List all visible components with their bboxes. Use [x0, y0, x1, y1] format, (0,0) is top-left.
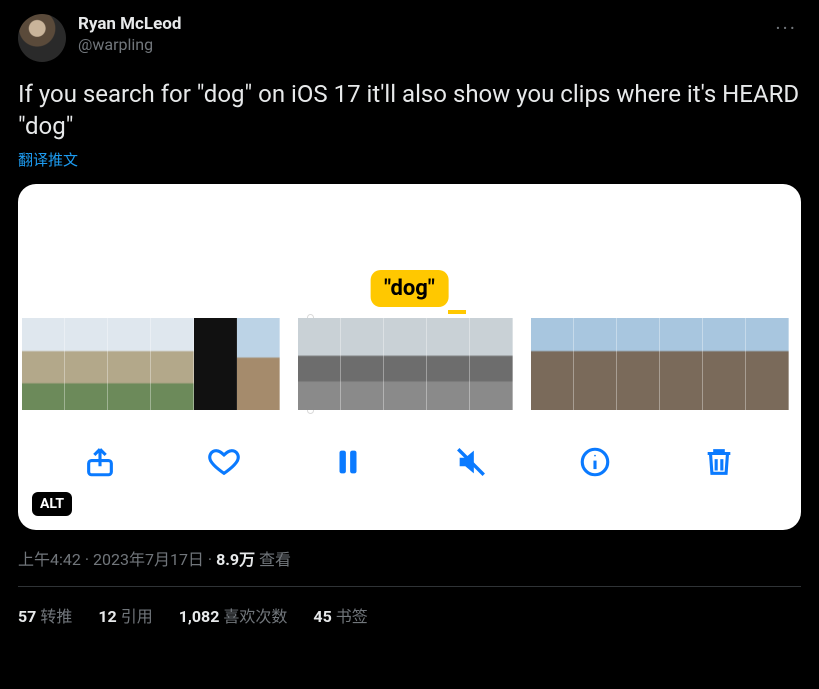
clip-thumb [660, 318, 703, 410]
search-term-tick [448, 310, 466, 314]
handle: @warpling [78, 35, 181, 55]
clip-thumb [298, 318, 341, 410]
clip-group-1 [22, 318, 280, 410]
clip-thumb [427, 318, 470, 410]
bookmarks-stat[interactable]: 45 书签 [313, 603, 367, 627]
tweet-meta: 上午4:42 · 2023年7月17日 · 8.9万 查看 [18, 546, 801, 570]
pause-button[interactable] [324, 438, 372, 486]
tweet-stats: 57转推 12 引用 1,082喜欢次数 45 书签 [18, 587, 801, 627]
likes-stat[interactable]: 1,082喜欢次数 [179, 603, 288, 627]
author-block[interactable]: Ryan McLeod @warpling [78, 14, 181, 55]
search-term-pill: "dog" [370, 270, 449, 307]
quotes-label: 引用 [121, 607, 153, 626]
media-attachment[interactable]: "dog" [18, 184, 801, 530]
retweets-label: 转推 [40, 607, 72, 626]
translate-link[interactable]: 翻译推文 [18, 149, 78, 170]
likes-count: 1,082 [179, 607, 220, 626]
more-options-button[interactable]: ··· [771, 14, 801, 42]
tweet-container: Ryan McLeod @warpling ··· If you search … [0, 0, 819, 637]
media-controls [18, 428, 801, 496]
clip-thumb [341, 318, 384, 410]
retweets-stat[interactable]: 57转推 [18, 603, 72, 627]
clip-thumb [108, 318, 151, 410]
share-button[interactable] [76, 438, 124, 486]
tweet-date[interactable]: 2023年7月17日 [93, 550, 204, 569]
clip-thumb [470, 318, 513, 410]
video-timeline[interactable] [18, 318, 801, 410]
info-button[interactable] [571, 438, 619, 486]
avatar[interactable] [18, 14, 66, 62]
like-button[interactable] [200, 438, 248, 486]
clip-thumb [65, 318, 108, 410]
bookmarks-count: 45 [313, 607, 331, 626]
clip-group-2 [298, 318, 513, 410]
clip-thumb [617, 318, 660, 410]
mute-button[interactable] [447, 438, 495, 486]
views-label: 查看 [259, 550, 291, 569]
quotes-stat[interactable]: 12 引用 [98, 603, 152, 627]
tweet-time[interactable]: 上午4:42 [18, 550, 81, 569]
tweet-text: If you search for "dog" on iOS 17 it'll … [18, 78, 801, 143]
clip-thumb [22, 318, 65, 410]
tweet-header: Ryan McLeod @warpling ··· [18, 14, 801, 62]
clip-thumb [384, 318, 427, 410]
clip-thumb [746, 318, 789, 410]
clip-thumb [151, 318, 194, 410]
clip-thumb [237, 318, 280, 410]
clip-thumb [194, 318, 237, 410]
retweets-count: 57 [18, 607, 36, 626]
quotes-count: 12 [98, 607, 116, 626]
clip-thumb [531, 318, 574, 410]
clip-group-3 [531, 318, 789, 410]
clip-thumb [703, 318, 746, 410]
delete-button[interactable] [695, 438, 743, 486]
display-name: Ryan McLeod [78, 14, 181, 35]
views-count: 8.9万 [216, 550, 255, 569]
clip-thumb [574, 318, 617, 410]
bookmarks-label: 书签 [336, 607, 368, 626]
alt-badge[interactable]: ALT [32, 492, 72, 516]
likes-label: 喜欢次数 [223, 607, 287, 626]
